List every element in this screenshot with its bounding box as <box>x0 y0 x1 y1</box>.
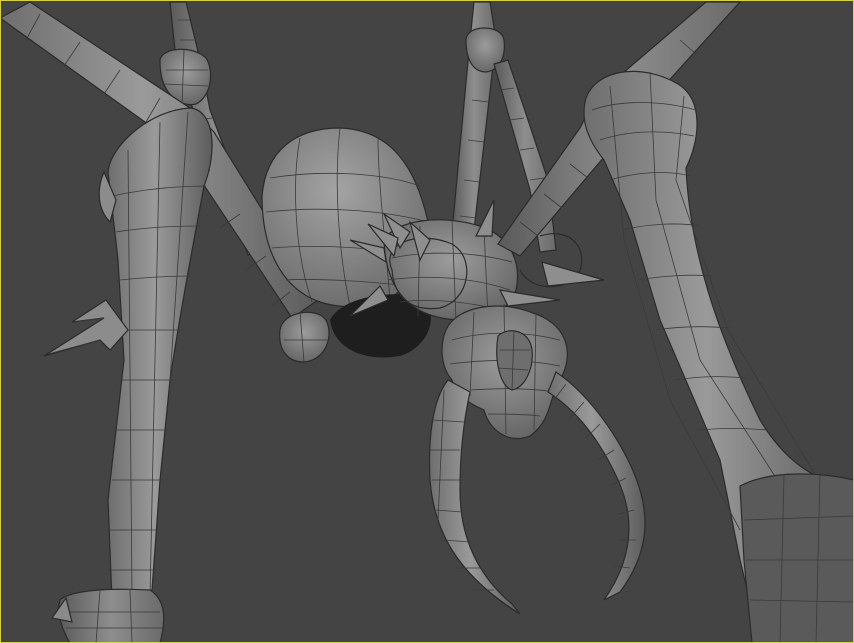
fang-right <box>547 371 646 601</box>
leg-front-left <box>43 107 213 643</box>
spider-wireframe-model[interactable] <box>0 0 854 643</box>
3d-viewport[interactable] <box>0 0 854 643</box>
